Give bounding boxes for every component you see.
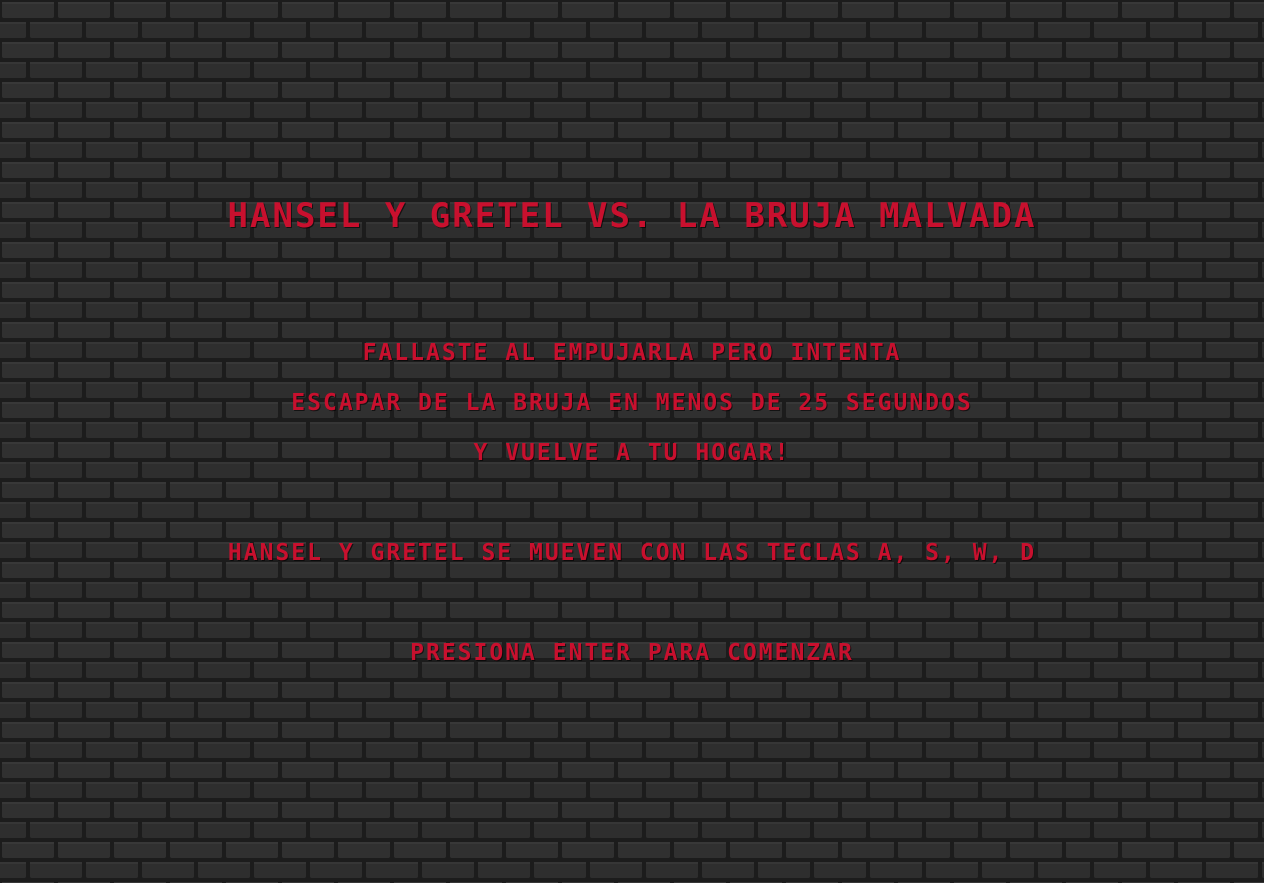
game-title: Hansel y Gretel vs. La Bruja Malvada xyxy=(227,196,1037,236)
message-line-3: y vuelve a tu hogar! xyxy=(473,440,791,466)
game-intro-screen: Hansel y Gretel vs. La Bruja Malvada Fal… xyxy=(0,0,1264,883)
message-line-2: escapar de la bruja en menos de 25 segun… xyxy=(291,390,973,416)
message-line-1: Fallaste al empujarla pero intenta xyxy=(362,340,902,366)
start-prompt[interactable]: Presiona ENTER para comenzar xyxy=(0,638,1264,668)
controls-instructions: Hansel y Gretel se mueven con las teclas… xyxy=(227,540,1037,566)
